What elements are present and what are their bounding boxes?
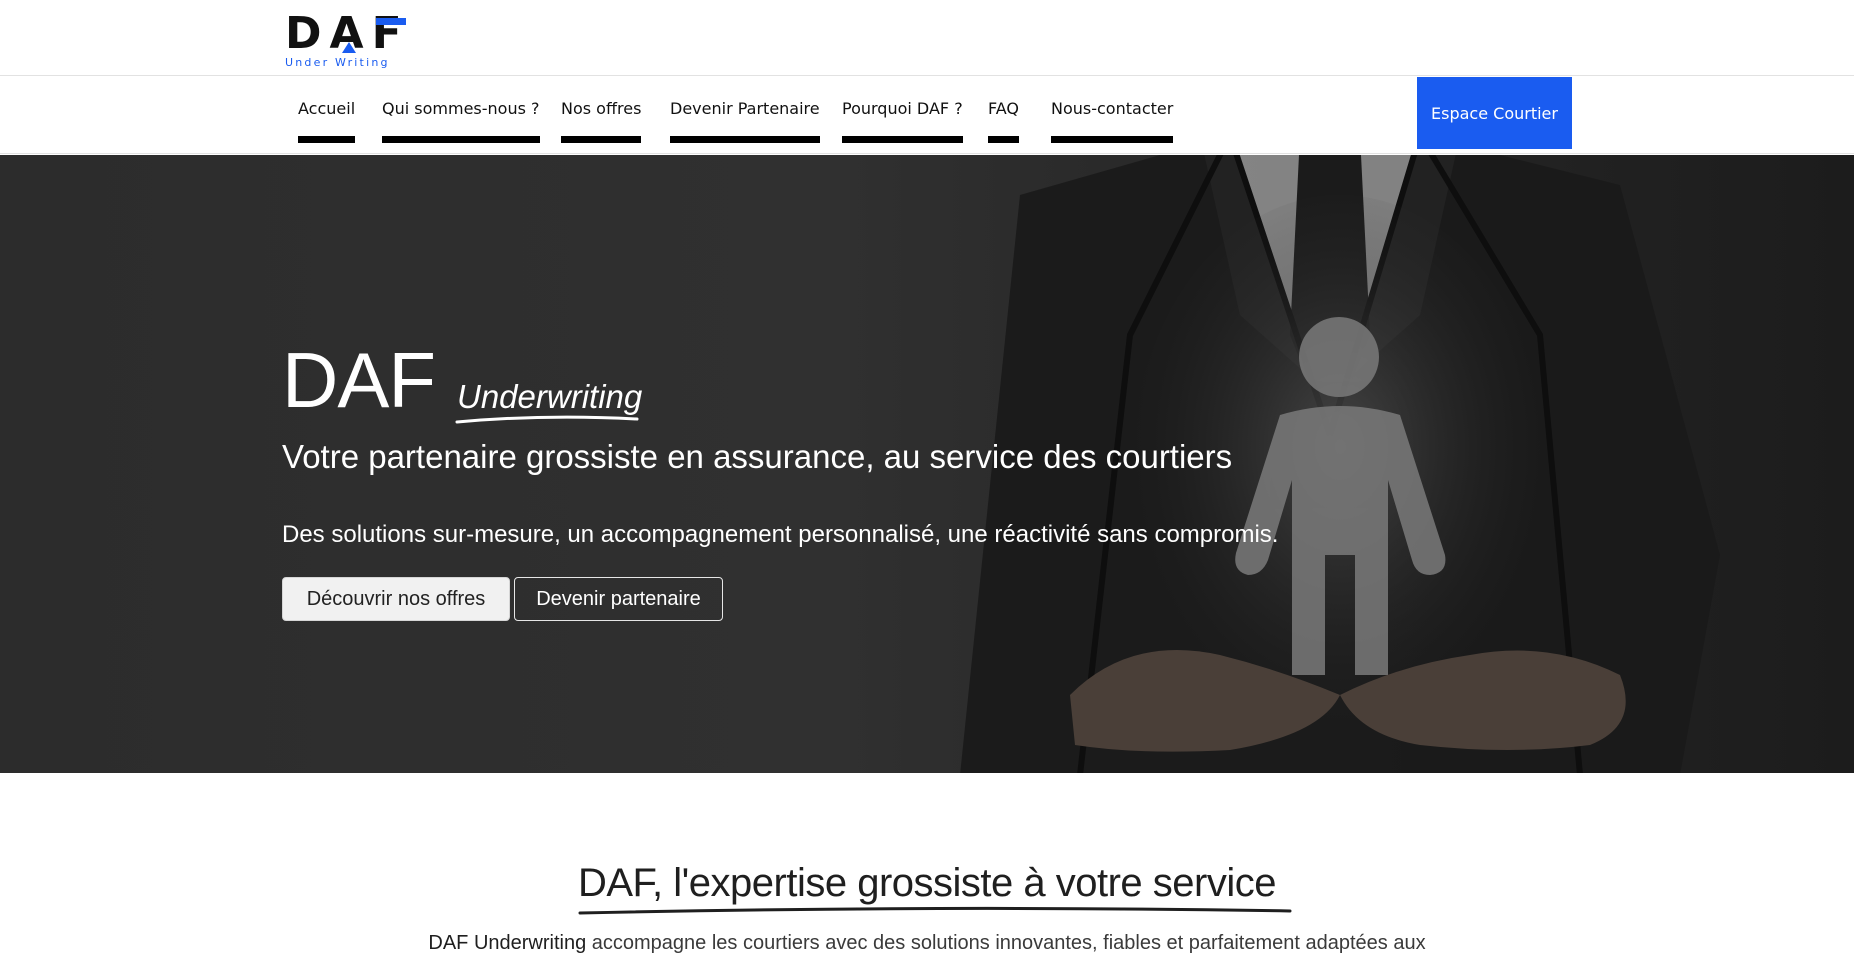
section-intro-text: accompagne les courtiers avec des soluti… bbox=[586, 932, 1426, 954]
section-heading: DAF, l'expertise grossiste à votre servi… bbox=[577, 860, 1292, 915]
daf-logo[interactable]: DAF Under Writing bbox=[285, 12, 415, 70]
nav-underline bbox=[298, 136, 356, 143]
become-partner-button[interactable]: Devenir partenaire bbox=[514, 577, 723, 621]
nav-item-nos-offres[interactable]: Nos offres bbox=[561, 99, 642, 143]
nav-item-pourquoi-daf[interactable]: Pourquoi DAF ? bbox=[842, 99, 963, 143]
nav-item-label: Accueil bbox=[298, 99, 356, 118]
nav-underline bbox=[1051, 136, 1174, 143]
hero-title-script: Underwriting bbox=[455, 378, 643, 424]
section-heading-text: DAF, l'expertise grossiste à votre servi… bbox=[577, 861, 1277, 905]
discover-offers-button[interactable]: Découvrir nos offres bbox=[282, 577, 510, 621]
nav-item-label: Devenir Partenaire bbox=[670, 99, 820, 118]
nav-item-label: FAQ bbox=[988, 99, 1019, 118]
logo-triangle-icon bbox=[342, 42, 356, 53]
hero-banner: DAF Underwriting Votre partenaire grossi… bbox=[0, 155, 1854, 773]
main-nav: Accueil Qui sommes-nous ? Nos offres Dev… bbox=[0, 77, 1854, 154]
nav-item-faq[interactable]: FAQ bbox=[988, 99, 1019, 143]
nav-item-label: Qui sommes-nous ? bbox=[382, 99, 540, 118]
section-intro-brand: DAF Underwriting bbox=[428, 932, 587, 954]
nav-item-label: Nous-contacter bbox=[1051, 99, 1174, 118]
logo-bar-icon bbox=[376, 18, 406, 25]
nav-item-label: Nos offres bbox=[561, 99, 642, 118]
nav-underline bbox=[842, 136, 963, 143]
nav-underline bbox=[670, 136, 820, 143]
hero-underline-swoosh bbox=[455, 415, 639, 424]
section-intro: DAF Underwriting accompagne les courtier… bbox=[0, 932, 1854, 955]
hero-description: Des solutions sur-mesure, un accompagnem… bbox=[282, 521, 1279, 548]
nav-item-label: Pourquoi DAF ? bbox=[842, 99, 963, 118]
logo-mark: DAF bbox=[285, 12, 415, 56]
nav-item-nous-contacter[interactable]: Nous-contacter bbox=[1051, 99, 1174, 143]
logo-header: DAF Under Writing bbox=[0, 0, 1854, 76]
section-heading-wrapper: DAF, l'expertise grossiste à votre servi… bbox=[0, 860, 1854, 915]
hero-title-main: DAF bbox=[282, 336, 436, 424]
nav-underline bbox=[382, 136, 540, 143]
hero-title-script-text: Underwriting bbox=[457, 378, 643, 415]
nav-item-accueil[interactable]: Accueil bbox=[298, 99, 356, 143]
hero-title: DAF Underwriting bbox=[282, 336, 643, 424]
nav-item-qui-sommes-nous[interactable]: Qui sommes-nous ? bbox=[382, 99, 540, 143]
nav-underline bbox=[561, 136, 642, 143]
nav-item-devenir-partenaire[interactable]: Devenir Partenaire bbox=[670, 99, 820, 143]
nav-underline bbox=[988, 136, 1019, 143]
hero-tagline: Votre partenaire grossiste en assurance,… bbox=[282, 438, 1233, 475]
section-heading-underline bbox=[578, 906, 1292, 915]
espace-courtier-button[interactable]: Espace Courtier bbox=[1417, 77, 1572, 149]
